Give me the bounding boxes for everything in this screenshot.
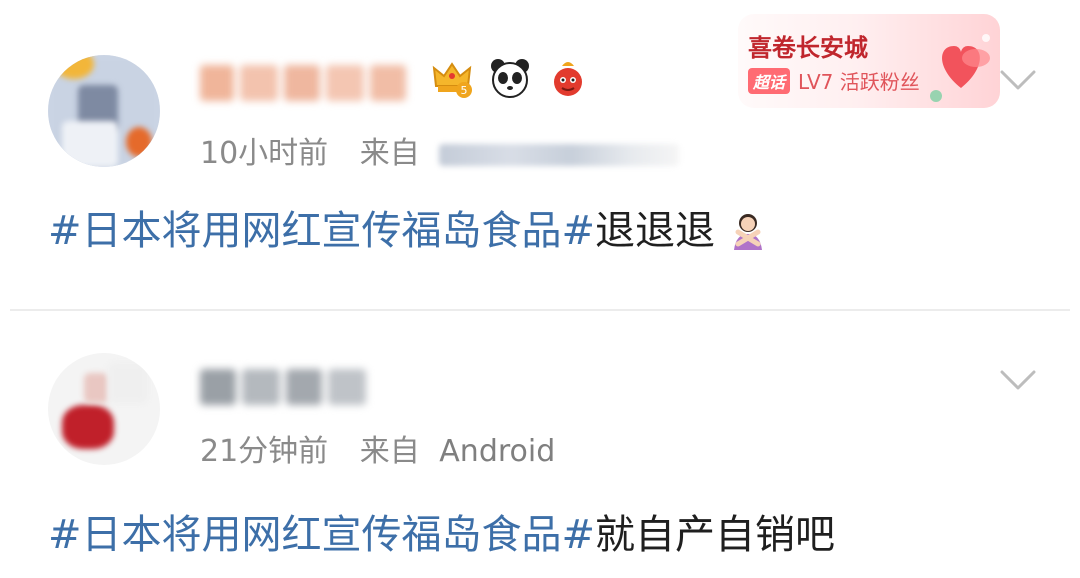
crown-level-5-icon[interactable]: 5 — [430, 56, 474, 100]
post-time: 10小时前 — [200, 136, 329, 171]
heart-decoration-icon — [930, 34, 990, 102]
topic-link[interactable]: #日本将用网红宣传福岛食品# — [48, 512, 595, 558]
topic-link[interactable]: #日本将用网红宣传福岛食品# — [48, 208, 595, 254]
avatar[interactable] — [48, 55, 160, 167]
avatar[interactable] — [48, 353, 160, 465]
red-fruit-mascot-icon[interactable] — [546, 56, 590, 100]
fan-card-title: 喜卷长安城 — [748, 34, 868, 62]
weibo-post: 5 10小时前 来自 喜卷长安城 超话 LV7 活跃粉丝 #日本将用网红宣传福岛… — [0, 0, 1080, 310]
source-redacted — [439, 143, 680, 166]
chevron-down-icon[interactable] — [998, 360, 1038, 400]
woman-gesturing-no-emoji — [733, 214, 762, 250]
fan-card-level-row: 超话 LV7 活跃粉丝 — [748, 66, 920, 95]
post-source: Android — [439, 434, 556, 469]
post-text: 就自产自销吧 — [595, 512, 836, 558]
post-content: #日本将用网红宣传福岛食品#就自产自销吧 — [48, 502, 835, 560]
post-text: 退退退 — [595, 208, 716, 254]
post-meta: 21分钟前 来自 Android — [200, 426, 555, 470]
fan-level: LV7 活跃粉丝 — [798, 70, 920, 94]
chao-label: 超话 — [748, 67, 791, 94]
from-label: 来自 — [359, 136, 420, 171]
username[interactable] — [200, 56, 420, 110]
from-label: 来自 — [359, 434, 420, 469]
panda-icon[interactable] — [488, 56, 532, 100]
username[interactable] — [200, 360, 375, 414]
weibo-post: 21分钟前 来自 Android #日本将用网红宣传福岛食品#就自产自销吧 — [0, 310, 1080, 578]
user-badges: 5 — [430, 56, 590, 100]
fan-badge-card[interactable]: 喜卷长安城 超话 LV7 活跃粉丝 — [738, 14, 1000, 108]
post-content: #日本将用网红宣传福岛食品#退退退 — [48, 198, 768, 256]
svg-text:5: 5 — [461, 84, 468, 97]
post-meta: 10小时前 来自 — [200, 128, 680, 172]
post-time: 21分钟前 — [200, 434, 329, 469]
chevron-down-icon[interactable] — [998, 60, 1038, 100]
